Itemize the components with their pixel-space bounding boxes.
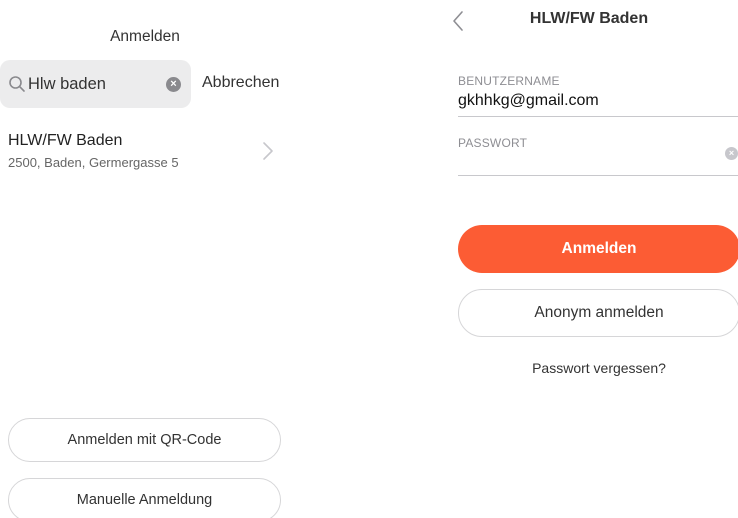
qr-login-button[interactable]: Anmelden mit QR-Code	[8, 418, 281, 462]
login-button[interactable]: Anmelden	[458, 225, 738, 273]
page-title: Anmelden	[110, 28, 180, 45]
chevron-right-icon	[263, 142, 273, 160]
anonymous-login-button[interactable]: Anonym anmelden	[458, 289, 738, 337]
right-screen: HLW/FW Baden BENUTZERNAME gkhhkg@gmail.c…	[440, 0, 738, 518]
result-address: 2500, Baden, Germergasse 5	[8, 155, 179, 170]
search-field[interactable]: Hlw baden ×	[0, 60, 191, 108]
result-name: HLW/FW Baden	[8, 132, 123, 149]
search-result-item[interactable]: HLW/FW Baden 2500, Baden, Germergasse 5	[0, 124, 290, 180]
password-label: PASSWORT	[458, 136, 528, 150]
clear-password-icon[interactable]: ×	[725, 147, 738, 160]
cancel-button[interactable]: Abbrechen	[202, 74, 279, 92]
username-label: BENUTZERNAME	[458, 74, 560, 88]
username-underline	[458, 116, 738, 117]
clear-search-icon[interactable]: ×	[166, 77, 181, 92]
search-icon	[9, 76, 25, 92]
password-underline	[458, 175, 738, 176]
username-input[interactable]: gkhhkg@gmail.com	[458, 92, 599, 110]
forgot-password-link[interactable]: Passwort vergessen?	[458, 360, 738, 376]
manual-login-button[interactable]: Manuelle Anmeldung	[8, 478, 281, 518]
search-input-value[interactable]: Hlw baden	[28, 75, 106, 94]
left-screen: Anmelden Hlw baden × Abbrechen HLW/FW Ba…	[0, 0, 300, 518]
page-title: HLW/FW Baden	[529, 10, 649, 27]
